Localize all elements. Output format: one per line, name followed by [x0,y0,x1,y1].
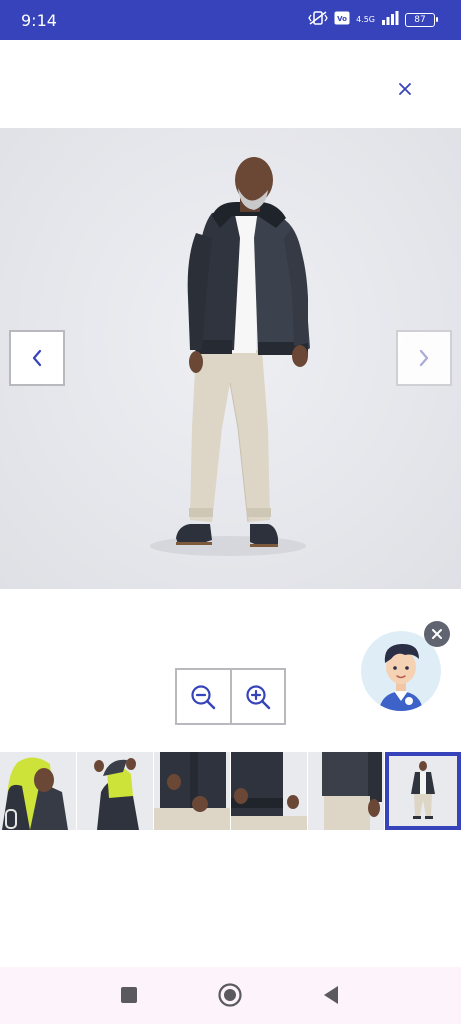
zoom-controls [175,668,286,725]
chevron-left-icon [32,349,42,367]
zoom-in-button[interactable] [229,670,285,723]
thumbnail[interactable] [154,752,230,830]
back-button[interactable] [318,982,344,1008]
vibrate-off-icon [308,10,328,31]
status-bar: 9:14 Vo 4.5G 87 [0,0,461,40]
close-icon [399,83,411,95]
zoom-out-icon [191,684,216,709]
network-label: 4.5G [356,15,375,24]
status-icons: Vo 4.5G 87 [308,10,438,31]
zoom-out-button[interactable] [177,670,230,723]
thumbnail[interactable] [231,752,307,830]
home-button[interactable] [217,982,243,1008]
thumbnail[interactable] [308,752,384,830]
back-icon [324,986,338,1004]
recents-button[interactable] [116,982,142,1008]
battery-icon: 87 [405,13,438,27]
model-illustration [150,157,310,556]
next-image-button[interactable] [396,330,452,386]
svg-text:Vo: Vo [337,15,347,23]
chevron-right-icon [419,349,429,367]
signal-icon [381,10,399,30]
status-time: 9:14 [21,11,57,30]
previous-image-button[interactable] [9,330,65,386]
thumbnail[interactable] [77,752,153,830]
recents-icon [121,987,137,1003]
close-button[interactable] [388,72,422,106]
main-product-image[interactable] [0,128,461,589]
assistant-dismiss-button[interactable] [424,621,450,647]
battery-level: 87 [414,15,426,25]
zoom-in-icon [246,684,270,709]
volte-icon: Vo [334,11,350,30]
thumbnail-selected[interactable] [385,752,461,830]
close-icon [432,629,442,639]
thumbnail-strip [0,752,461,830]
system-navigation-bar [0,967,461,1024]
thumbnail[interactable] [0,752,76,830]
home-icon [218,983,242,1007]
